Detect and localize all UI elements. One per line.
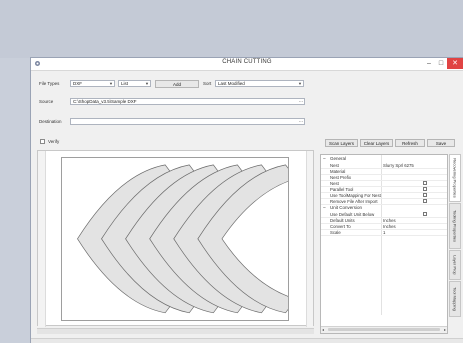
destination-browse-button[interactable]: ...: [299, 118, 303, 124]
property-checkbox[interactable]: [423, 199, 427, 203]
sort-value: Last Modified: [218, 81, 245, 86]
tab-recovering-properties[interactable]: Recovering Properties: [449, 154, 461, 202]
preview-right-scrollbar[interactable]: [306, 151, 313, 327]
sort-select[interactable]: Last Modified ▼: [215, 80, 304, 87]
property-checkbox[interactable]: [423, 181, 427, 185]
destination-label: Destination: [39, 119, 62, 124]
unit-section-header[interactable]: − Unit Conversion: [321, 205, 447, 211]
property-key: Material: [330, 169, 346, 174]
property-key: Nest: [330, 181, 339, 186]
property-key: Use Default Unit Below: [330, 212, 375, 217]
chain-cutting-window: CHAIN CUTTING – □ ✕ File Types DXF ▼ Lis…: [31, 58, 463, 343]
property-key: Use ToolMapping For Nest: [330, 193, 381, 198]
file-types-label: File Types: [39, 81, 60, 86]
refresh-button[interactable]: Refresh: [395, 139, 425, 147]
close-button[interactable]: ✕: [447, 58, 463, 69]
maximize-button[interactable]: □: [435, 58, 447, 69]
dxf-drawing-area[interactable]: [61, 157, 289, 321]
verify-checkbox[interactable]: [40, 139, 45, 144]
property-key: Scale: [330, 230, 341, 235]
collapse-icon[interactable]: −: [323, 156, 326, 162]
add-button[interactable]: Add: [155, 80, 199, 88]
property-key: Parallel Tool: [330, 187, 354, 192]
scroll-thumb[interactable]: [328, 328, 440, 331]
source-path-input[interactable]: C:\ShopData_v3.5\Sample DXF ...: [70, 98, 305, 105]
property-horizontal-scrollbar[interactable]: ◂ ▸: [321, 326, 447, 333]
property-checkbox[interactable]: [423, 193, 427, 197]
save-button[interactable]: Save: [427, 139, 455, 147]
preview-panel: [37, 150, 314, 327]
source-path-value: C:\ShopData_v3.5\Sample DXF: [73, 99, 137, 104]
destination-path-input[interactable]: ...: [70, 118, 305, 125]
source-browse-button[interactable]: ...: [299, 98, 303, 104]
property-key: Convert To: [330, 224, 351, 229]
property-key: Nest Prefix: [330, 175, 352, 180]
property-key: Remove File After Import: [330, 199, 378, 204]
minimize-button[interactable]: –: [423, 58, 435, 69]
status-bar: [31, 338, 463, 343]
side-tab-strip: Recovering Properties Tooling Properties…: [449, 154, 461, 334]
tab-tooling-properties[interactable]: Tooling Properties: [449, 203, 461, 249]
clear-layers-button[interactable]: Clear Layers: [360, 139, 393, 147]
file-type-value: DXF: [73, 81, 82, 86]
property-key: Default Units: [330, 218, 355, 223]
filter-value: List: [121, 81, 129, 86]
property-key: Nest: [330, 163, 339, 168]
verify-label: Verify: [48, 139, 60, 144]
property-grid: − General Nest Slurry Sprl 6275 Material Ne…: [320, 154, 448, 334]
property-checkbox[interactable]: [423, 212, 427, 216]
title-bar[interactable]: CHAIN CUTTING – □ ✕: [31, 58, 463, 71]
chevron-down-icon: ▼: [298, 81, 302, 86]
scroll-right-icon[interactable]: ▸: [444, 327, 446, 332]
tab-tool-mapping[interactable]: Tool Mapping: [449, 281, 461, 317]
preview-left-scrollbar[interactable]: [38, 151, 46, 327]
property-value[interactable]: Slurry Sprl 6275: [383, 163, 414, 168]
chevron-down-icon: ▼: [109, 81, 113, 86]
unit-property-row[interactable]: Scale 1: [321, 230, 447, 236]
file-type-select[interactable]: DXF ▼: [70, 80, 115, 87]
sort-label: Sort: [203, 81, 212, 86]
property-value[interactable]: Inches: [383, 224, 396, 229]
preview-horizontal-scrollbar[interactable]: [37, 328, 314, 334]
tab-layer-prop[interactable]: Layer Prop: [449, 250, 461, 280]
source-label: Source: [39, 99, 54, 104]
desktop-background: [0, 0, 463, 58]
chain-arcs-drawing: [77, 164, 288, 314]
chevron-down-icon: ▼: [145, 81, 149, 86]
collapse-icon[interactable]: −: [323, 205, 326, 211]
scroll-left-icon[interactable]: ◂: [322, 327, 324, 332]
scan-layers-button[interactable]: Scan Layers: [325, 139, 358, 147]
property-value[interactable]: Inches: [383, 218, 396, 223]
window-title: CHAIN CUTTING: [222, 59, 272, 65]
general-section-header[interactable]: − General: [321, 156, 447, 162]
filter-select[interactable]: List ▼: [118, 80, 151, 87]
property-checkbox[interactable]: [423, 187, 427, 191]
property-value[interactable]: 1: [383, 230, 385, 235]
